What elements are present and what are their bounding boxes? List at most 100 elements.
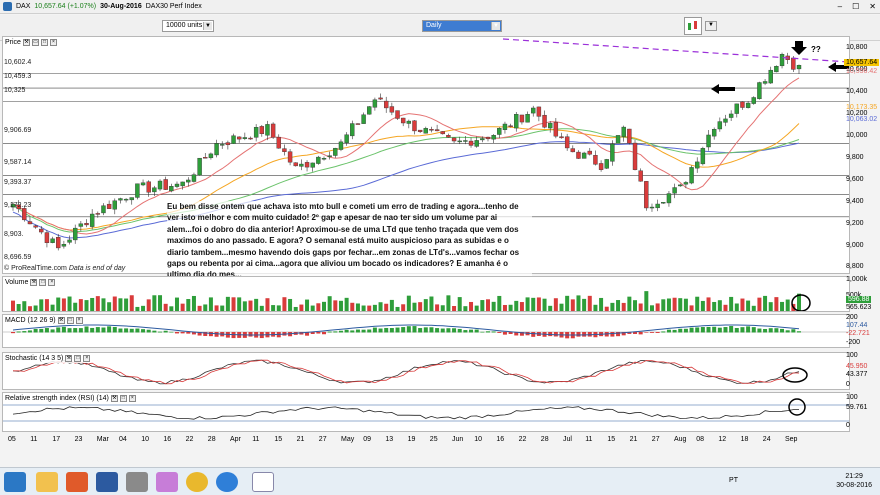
wrench-icon[interactable]: ⚒	[57, 316, 65, 324]
candle	[203, 157, 208, 159]
stochastic-panel[interactable]: Stochastic (14 3 5) ⚒ □ ×	[2, 352, 850, 390]
taskbar-app-icon[interactable]	[156, 472, 178, 492]
volume-bar	[231, 297, 236, 311]
clock-date: 30-08-2016	[836, 482, 872, 489]
maximize-icon[interactable]: ☐	[852, 2, 859, 11]
close-panel-icon[interactable]: ×	[49, 38, 57, 46]
maximize-panel-icon[interactable]: □	[74, 354, 82, 362]
stochastic-label: Stochastic (14 3 5)	[5, 354, 64, 362]
candle	[304, 162, 310, 168]
rsi-panel[interactable]: Relative strength index (RSI) (14) ⚒ □ ×	[2, 392, 850, 432]
candle	[519, 114, 525, 123]
maximize-panel-icon[interactable]: □	[119, 394, 127, 402]
candle	[564, 136, 570, 149]
wrench-icon[interactable]: ⚒	[110, 394, 118, 402]
axis-tick: 10,000	[846, 132, 868, 139]
taskbar-ie-icon[interactable]	[216, 472, 238, 492]
volume-chart	[11, 291, 811, 311]
taskbar-chrome-icon[interactable]	[186, 472, 208, 492]
macd-histogram-bar	[344, 329, 349, 333]
volume-bar	[242, 301, 247, 311]
macd-histogram-bar	[666, 329, 671, 333]
taskbar-prorealtime-icon[interactable]	[252, 472, 274, 492]
wrench-icon[interactable]: ⚒	[22, 38, 30, 46]
app-icon	[3, 2, 12, 11]
macd-histogram-bar	[333, 331, 338, 333]
close-panel-icon[interactable]: ×	[83, 354, 91, 362]
macd-histogram-bar	[16, 331, 21, 333]
wrench-icon[interactable]: ⚒	[65, 354, 73, 362]
chart-settings-button[interactable]: ▼	[705, 21, 717, 31]
macd-axis: 200 107.44 -22.721 -200	[843, 314, 880, 348]
axis-tick: 1,000k	[846, 276, 868, 283]
units-select[interactable]: 10000 units ▼	[162, 20, 214, 32]
period-select[interactable]: Daily ▼	[422, 20, 502, 32]
date-tick: 12	[718, 436, 727, 443]
close-panel-icon[interactable]: ×	[75, 316, 83, 324]
macd-histogram-bar	[118, 328, 123, 333]
close-panel-icon[interactable]: ×	[48, 278, 56, 286]
wrench-icon[interactable]: ⚒	[30, 278, 38, 286]
clock[interactable]: 21:29 30-08-2016	[836, 472, 872, 490]
candle	[615, 135, 621, 144]
macd-histogram-bar	[780, 328, 785, 333]
candle	[95, 213, 101, 215]
volume-bar	[67, 296, 72, 311]
macd-histogram-bar	[746, 326, 751, 333]
level-label: 10,602.4	[4, 59, 32, 66]
taskbar-media-icon[interactable]	[66, 472, 88, 492]
chart-type-button[interactable]	[684, 17, 702, 35]
taskbar-app-icon[interactable]	[126, 472, 148, 492]
macd-histogram-bar	[163, 330, 168, 333]
macd-histogram-bar	[457, 328, 462, 333]
date-tick: Jun	[452, 436, 464, 443]
candle	[27, 221, 33, 225]
macd-histogram-bar	[367, 329, 372, 333]
minimize-icon[interactable]: –	[838, 2, 842, 11]
volume-panel[interactable]: Volume ⚒ □ ×	[2, 276, 850, 312]
taskbar-explorer-icon[interactable]	[36, 472, 58, 492]
macd-histogram-bar	[412, 326, 417, 333]
date-tick: 10	[141, 436, 149, 443]
stochastic-chart	[12, 359, 808, 385]
start-button[interactable]	[4, 472, 26, 492]
volume-bar	[497, 295, 502, 311]
close-icon[interactable]: ✕	[869, 2, 876, 11]
macd-histogram-bar	[463, 330, 468, 333]
candle	[474, 140, 479, 147]
macd-histogram-bar	[39, 328, 44, 333]
maximize-panel-icon[interactable]: □	[66, 316, 74, 324]
minimize-panel-icon[interactable]: ▭	[31, 38, 39, 46]
macd-histogram-bar	[491, 331, 496, 333]
volume-bar	[101, 298, 106, 311]
macd-histogram-bar	[141, 329, 146, 333]
date-tick: 22	[518, 436, 527, 443]
candle	[649, 206, 655, 209]
close-panel-icon[interactable]: ×	[128, 394, 136, 402]
app-window: DAX 10,657.64 (+1.07%) 30-Aug-2016 DAX30…	[0, 0, 880, 467]
taskbar-app-icon[interactable]	[96, 472, 118, 492]
macd-histogram-bar	[610, 332, 615, 337]
volume-bar	[372, 304, 377, 311]
volume-bar	[197, 305, 202, 311]
macd-histogram-bar	[452, 328, 457, 333]
volume-bar	[740, 298, 745, 311]
axis-tick: 10,800	[846, 44, 868, 51]
maximize-panel-icon[interactable]: □	[40, 38, 48, 46]
stochastic-panel-header: Stochastic (14 3 5) ⚒ □ ×	[3, 353, 91, 363]
volume-bar	[90, 297, 95, 311]
candle	[553, 122, 559, 137]
language-indicator[interactable]: PT	[729, 477, 738, 484]
macd-histogram-bar	[27, 330, 32, 333]
candle	[638, 170, 643, 182]
candle	[468, 140, 474, 146]
volume-bar	[118, 298, 123, 311]
macd-histogram-bar	[435, 328, 440, 333]
candle	[429, 129, 434, 131]
volume-bar	[553, 298, 558, 311]
macd-panel[interactable]: MACD (12 26 9) ⚒ □ ×	[2, 314, 850, 348]
macd-histogram-bar	[378, 328, 383, 333]
macd-histogram-bar	[112, 326, 117, 333]
maximize-panel-icon[interactable]: □	[39, 278, 47, 286]
candle	[451, 137, 457, 142]
